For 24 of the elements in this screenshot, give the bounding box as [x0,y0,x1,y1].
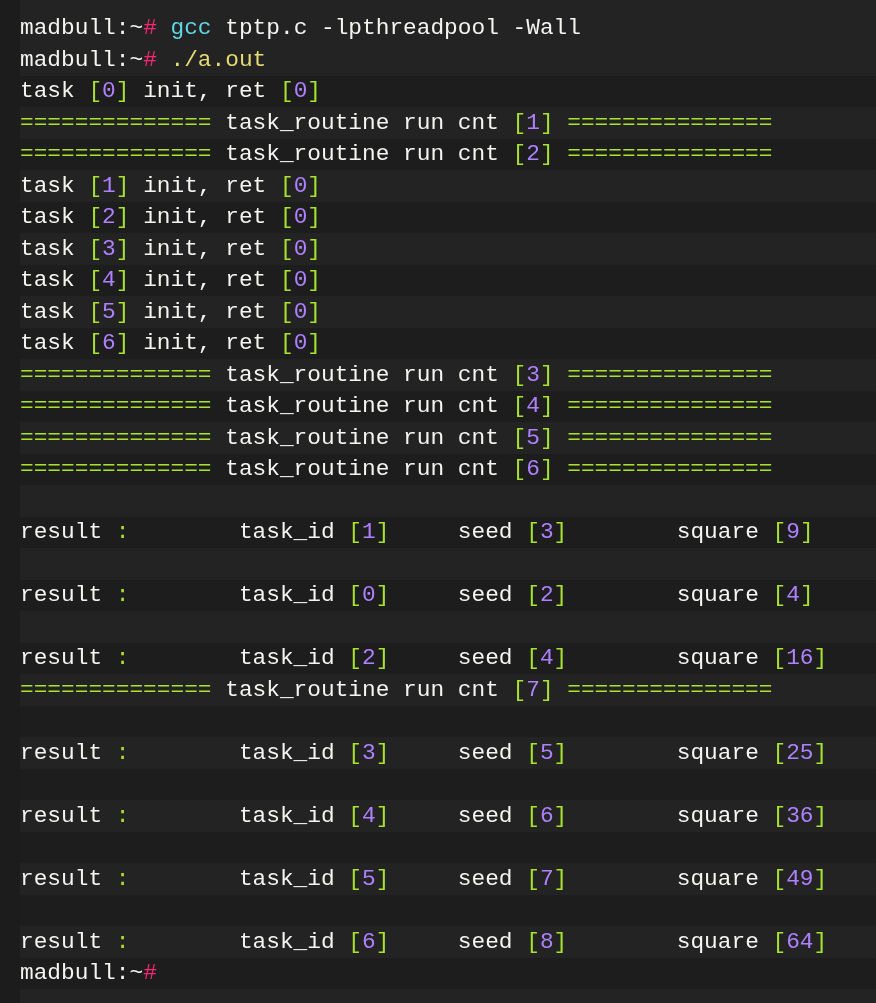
terminal-line: madbull:~# [20,959,157,988]
terminal-line: result : task_id [5] seed [7] square [49] [20,864,828,894]
terminal-line: result : task_id [3] seed [5] square [25] [20,738,828,768]
terminal-line: ============== task_routine run cnt [4] =============== [20,392,773,421]
terminal-line: result : task_id [2] seed [4] square [16] [20,644,828,673]
terminal-line: ============== task_routine run cnt [3] =============== [20,360,773,390]
terminal-line: ============== task_routine run cnt [1] =============== [20,108,773,138]
terminal-line: task [5] init, ret [0] [20,297,321,327]
terminal-line: madbull:~# gcc tptp.c -lpthreadpool -Wall [20,14,581,43]
terminal-line: task [6] init, ret [0] [20,329,321,358]
terminal-line: task [3] init, ret [0] [20,234,321,264]
terminal-line: ============== task_routine run cnt [5] =============== [20,423,773,453]
terminal-line: madbull:~# ./a.out [20,45,267,75]
terminal-line: ============== task_routine run cnt [6] =============== [20,455,773,484]
terminal-line: result : task_id [0] seed [2] square [4] [20,581,814,610]
terminal-line: task [2] init, ret [0] [20,203,321,232]
terminal-line: ============== task_routine run cnt [7] =============== [20,675,773,705]
terminal-line: ============== task_routine run cnt [2] =============== [20,140,773,169]
terminal-line: task [1] init, ret [0] [20,171,321,201]
terminal-line: result : task_id [4] seed [6] square [36] [20,801,828,831]
terminal-line: result : task_id [1] seed [3] square [9] [20,518,814,547]
terminal-line: task [0] init, ret [0] [20,77,321,106]
terminal-line: task [4] init, ret [0] [20,266,321,295]
terminal-line: result : task_id [6] seed [8] square [64] [20,927,828,957]
